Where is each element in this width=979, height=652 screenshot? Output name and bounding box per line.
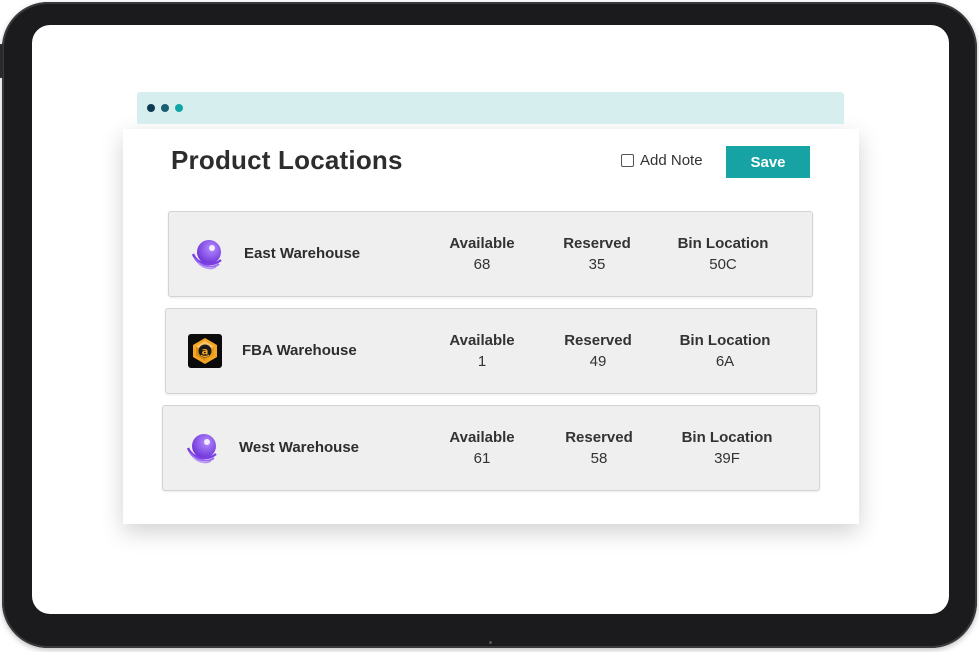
bin-location-stat: Bin Location 6A: [680, 332, 771, 370]
reserved-value: 58: [590, 450, 608, 467]
bin-location-label: Bin Location: [681, 429, 773, 446]
available-label: Available: [449, 332, 515, 349]
tablet-side-button: [0, 44, 3, 78]
reserved-value: 35: [588, 256, 606, 273]
available-stat: Available 68: [449, 235, 514, 273]
bin-location-label: Bin Location: [679, 332, 771, 349]
amazon-box-logo-icon: a: [188, 334, 222, 368]
window-dot-icon: [161, 104, 169, 112]
location-name: East Warehouse: [244, 245, 361, 262]
location-row-east[interactable]: East Warehouse Available 68 Reserved 35 …: [168, 211, 813, 297]
bin-location-value: 6A: [715, 353, 735, 370]
add-note-label: Add Note: [640, 152, 703, 169]
tablet-frame: Product Locations Add Note Save East War…: [0, 2, 977, 648]
location-row-west[interactable]: West Warehouse Available 61 Reserved 58 …: [162, 405, 820, 491]
purple-sphere-logo-icon: [186, 434, 217, 464]
available-stat: Available 1: [449, 332, 514, 370]
bin-location-value: 50C: [709, 256, 737, 273]
reserved-stat: Reserved 49: [564, 332, 632, 370]
reserved-value: 49: [589, 353, 607, 370]
available-value: 61: [473, 450, 491, 467]
available-stat: Available 61: [449, 429, 514, 467]
bin-location-stat: Bin Location 39F: [682, 429, 773, 467]
add-note-checkbox[interactable]: [621, 154, 634, 167]
available-value: 1: [477, 353, 487, 370]
save-button[interactable]: Save: [726, 146, 810, 178]
location-name: West Warehouse: [239, 439, 360, 456]
bin-location-value: 39F: [714, 450, 740, 467]
available-value: 68: [473, 256, 491, 273]
available-label: Available: [449, 235, 515, 252]
reserved-stat: Reserved 35: [563, 235, 631, 273]
reserved-stat: Reserved 58: [565, 429, 633, 467]
tablet-sensor: [489, 641, 492, 644]
location-name: FBA Warehouse: [242, 342, 357, 359]
reserved-label: Reserved: [564, 332, 632, 349]
window-titlebar: [137, 92, 844, 124]
window-dot-icon: [147, 104, 155, 112]
bin-location-label: Bin Location: [677, 235, 769, 252]
location-row-fba[interactable]: a FBA Warehouse Available 1 Reserved 49 …: [165, 308, 817, 394]
purple-sphere-logo-icon: [191, 240, 222, 270]
reserved-label: Reserved: [565, 429, 633, 446]
tablet-screen: Product Locations Add Note Save East War…: [32, 25, 949, 614]
window-dot-icon: [175, 104, 183, 112]
page-title: Product Locations: [171, 145, 403, 175]
reserved-label: Reserved: [563, 235, 631, 252]
add-note-toggle[interactable]: Add Note: [621, 152, 703, 169]
available-label: Available: [449, 429, 515, 446]
bin-location-stat: Bin Location 50C: [678, 235, 769, 273]
